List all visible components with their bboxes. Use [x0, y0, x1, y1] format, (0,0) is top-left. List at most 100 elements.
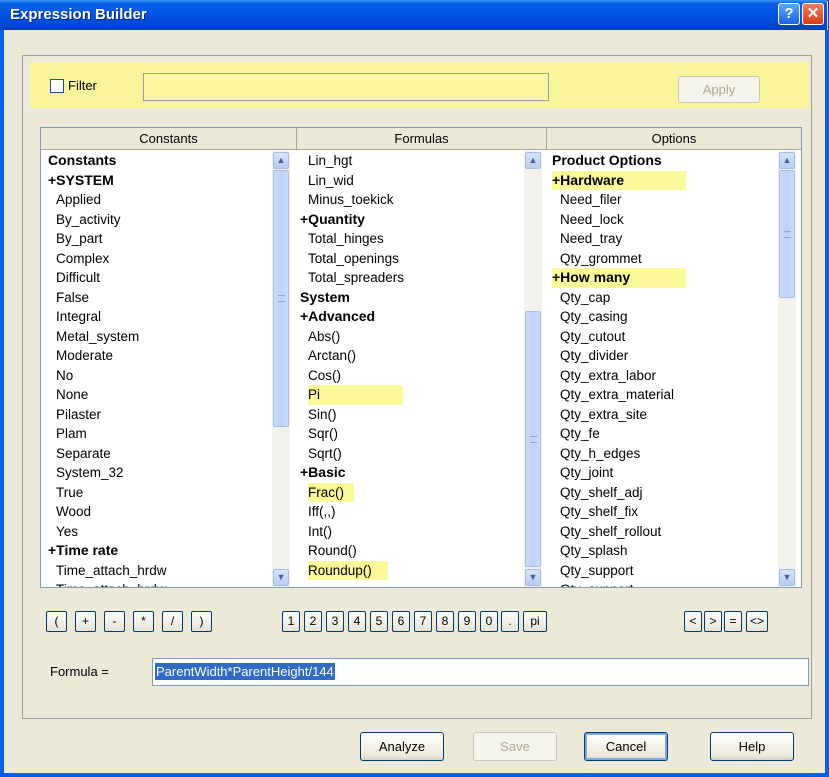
- options-list[interactable]: Product Options +Hardware Need_filer Need_l…: [550, 151, 776, 587]
- comparator-button[interactable]: =: [724, 611, 742, 632]
- list-item[interactable]: Qty_fe: [550, 424, 776, 444]
- formula-input[interactable]: ParentWidth*ParentHeight/144: [152, 658, 809, 686]
- digit-button[interactable]: pi: [523, 611, 547, 632]
- list-item[interactable]: Pilaster: [46, 405, 270, 425]
- scroll-up-icon[interactable]: ▲: [525, 152, 541, 169]
- apply-button[interactable]: Apply: [678, 76, 760, 103]
- list-item[interactable]: Need_tray: [550, 229, 776, 249]
- list-item[interactable]: Qty_extra_labor: [550, 366, 776, 386]
- list-item[interactable]: Total_openings: [298, 249, 520, 269]
- list-item[interactable]: Qty_support: [550, 561, 776, 581]
- list-item[interactable]: Separate: [46, 444, 270, 464]
- list-item[interactable]: Qty_splash: [550, 541, 776, 561]
- list-item[interactable]: Qty_shelf_rollout: [550, 522, 776, 542]
- close-button[interactable]: ✕: [802, 3, 824, 25]
- help-button[interactable]: Help: [710, 732, 794, 761]
- list-item[interactable]: +How many: [550, 268, 776, 288]
- list-item[interactable]: Product Options: [550, 151, 776, 171]
- operator-button[interactable]: ): [191, 611, 212, 632]
- digit-button[interactable]: 5: [370, 611, 388, 632]
- list-item[interactable]: Sqr(): [298, 424, 520, 444]
- list-item[interactable]: False: [46, 288, 270, 308]
- list-item[interactable]: Complex: [46, 249, 270, 269]
- list-item[interactable]: Qty_shelf_adj: [550, 483, 776, 503]
- list-item[interactable]: Minus_toekick: [298, 190, 520, 210]
- list-item[interactable]: Metal_system: [46, 327, 270, 347]
- list-item[interactable]: +Basic: [298, 463, 520, 483]
- comparator-button[interactable]: <: [684, 611, 702, 632]
- scroll-down-icon[interactable]: ▼: [779, 569, 795, 586]
- digit-button[interactable]: 4: [348, 611, 366, 632]
- list-item[interactable]: Qty_divider: [550, 346, 776, 366]
- list-item[interactable]: Qty_shelf_fix: [550, 502, 776, 522]
- filter-input[interactable]: [143, 73, 549, 101]
- list-item[interactable]: Time_attach_hrdw: [46, 580, 270, 587]
- list-item[interactable]: Cos(): [298, 366, 520, 386]
- column-header-formulas[interactable]: Formulas: [297, 128, 547, 150]
- list-item[interactable]: Qty_cap: [550, 288, 776, 308]
- scroll-thumb[interactable]: [273, 170, 289, 427]
- digit-button[interactable]: 2: [304, 611, 322, 632]
- list-item[interactable]: Plam: [46, 424, 270, 444]
- list-item[interactable]: Round(): [298, 541, 520, 561]
- operator-button[interactable]: (: [46, 611, 67, 632]
- analyze-button[interactable]: Analyze: [360, 732, 444, 761]
- list-item[interactable]: Qty_grommet: [550, 249, 776, 269]
- list-item[interactable]: Qty_joint: [550, 463, 776, 483]
- operator-button[interactable]: *: [133, 611, 154, 632]
- list-item[interactable]: +Time rate: [46, 541, 270, 561]
- scroll-thumb[interactable]: [779, 170, 795, 298]
- scroll-up-icon[interactable]: ▲: [779, 152, 795, 169]
- list-item[interactable]: Moderate: [46, 346, 270, 366]
- digit-button[interactable]: 7: [414, 611, 432, 632]
- list-item[interactable]: Lin_hgt: [298, 151, 520, 171]
- digit-button[interactable]: 3: [326, 611, 344, 632]
- scroll-down-icon[interactable]: ▼: [525, 569, 541, 586]
- digit-button[interactable]: .: [501, 611, 519, 632]
- list-item[interactable]: Qty_support: [550, 580, 776, 587]
- list-item[interactable]: Qty_extra_site: [550, 405, 776, 425]
- list-item[interactable]: None: [46, 385, 270, 405]
- list-item[interactable]: +Advanced: [298, 307, 520, 327]
- formulas-scrollbar[interactable]: ▲ ▼: [524, 151, 542, 587]
- title-bar[interactable]: Expression Builder ? ✕: [0, 0, 827, 30]
- list-item[interactable]: By_part: [46, 229, 270, 249]
- list-item[interactable]: System: [298, 288, 520, 308]
- list-item[interactable]: Constants: [46, 151, 270, 171]
- list-item[interactable]: +Quantity: [298, 210, 520, 230]
- list-item[interactable]: Difficult: [46, 268, 270, 288]
- list-item[interactable]: Need_filer: [550, 190, 776, 210]
- list-item[interactable]: Qty_casing: [550, 307, 776, 327]
- list-item[interactable]: Pi: [298, 385, 520, 405]
- list-item[interactable]: No: [46, 366, 270, 386]
- list-item[interactable]: Roundup(): [298, 560, 520, 580]
- digit-button[interactable]: 1: [282, 611, 300, 632]
- cancel-button[interactable]: Cancel: [584, 732, 668, 761]
- list-item[interactable]: Sqrt(): [298, 444, 520, 464]
- list-item[interactable]: Total_hinges: [298, 229, 520, 249]
- list-item[interactable]: Lin_wid: [298, 171, 520, 191]
- list-item[interactable]: Arctan(): [298, 346, 520, 366]
- scroll-up-icon[interactable]: ▲: [273, 152, 289, 169]
- help-title-button[interactable]: ?: [778, 3, 800, 25]
- list-item[interactable]: Qty_extra_material: [550, 385, 776, 405]
- constants-list[interactable]: Constants +SYSTEM Applied By_activity By_par…: [46, 151, 270, 587]
- list-item[interactable]: Iff(,,): [298, 502, 520, 522]
- list-item[interactable]: Sin(): [298, 405, 520, 425]
- constants-scrollbar[interactable]: ▲ ▼: [272, 151, 290, 587]
- comparator-button[interactable]: >: [704, 611, 722, 632]
- column-header-options[interactable]: Options: [547, 128, 801, 150]
- scroll-down-icon[interactable]: ▼: [273, 569, 289, 586]
- comparator-button[interactable]: <>: [746, 611, 768, 632]
- formulas-list[interactable]: Lin_hgt Lin_wid Minus_toekick +Quantity Tota…: [298, 151, 520, 587]
- operator-button[interactable]: -: [104, 611, 125, 632]
- list-item[interactable]: System_32: [46, 463, 270, 483]
- list-item[interactable]: Applied: [46, 190, 270, 210]
- list-item[interactable]: By_activity: [46, 210, 270, 230]
- save-button[interactable]: Save: [473, 732, 557, 761]
- filter-checkbox[interactable]: [50, 79, 64, 93]
- list-item[interactable]: Qty_cutout: [550, 327, 776, 347]
- list-item[interactable]: Qty_h_edges: [550, 444, 776, 464]
- list-item[interactable]: Need_lock: [550, 210, 776, 230]
- list-item[interactable]: +SYSTEM: [46, 171, 270, 191]
